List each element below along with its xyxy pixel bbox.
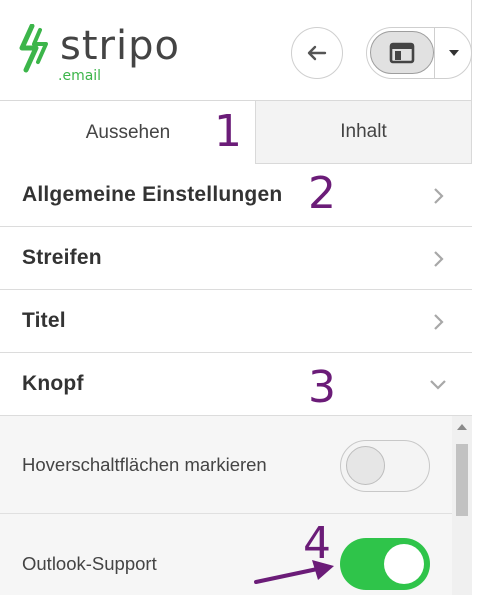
annotation-number: 1 (214, 106, 242, 157)
toggle-knob (384, 544, 424, 584)
stripo-mark-icon (19, 24, 48, 73)
section-label: Titel (22, 309, 66, 332)
logo-wordmark: stripo (60, 23, 180, 69)
logo-subtitle: .email (58, 68, 102, 84)
view-mode-group (366, 27, 472, 79)
layout-view-button[interactable] (370, 31, 434, 74)
chevron-right-icon (434, 314, 444, 330)
scroll-thumb[interactable] (456, 444, 468, 516)
annotation-number: 2 (308, 168, 336, 219)
hover-highlight-toggle[interactable] (340, 440, 430, 492)
panel-scrollbar[interactable] (452, 416, 472, 595)
chevron-right-icon (434, 188, 444, 204)
section-streifen[interactable]: Streifen (0, 227, 472, 290)
caret-down-icon (449, 50, 459, 56)
annotation-arrow-icon (254, 560, 334, 584)
scroll-up-icon[interactable] (457, 424, 467, 430)
outlook-support-toggle[interactable] (340, 538, 430, 590)
tab-inhalt[interactable]: Inhalt (255, 100, 472, 164)
settings-sections: Allgemeine Einstellungen Streifen Titel … (0, 164, 472, 416)
back-button[interactable] (291, 27, 343, 79)
editor-header: stripo .email (0, 0, 472, 100)
knopf-settings-panel: Hoverschaltflächen markieren Outlook-Sup… (0, 416, 472, 595)
section-knopf[interactable]: Knopf (0, 353, 472, 416)
annotation-number: 3 (308, 362, 336, 413)
chevron-down-icon (430, 380, 446, 390)
section-allgemeine-einstellungen[interactable]: Allgemeine Einstellungen (0, 164, 472, 227)
chevron-right-icon (434, 251, 444, 267)
section-label: Streifen (22, 246, 102, 269)
section-label: Allgemeine Einstellungen (22, 183, 283, 206)
setting-label: Hoverschaltflächen markieren (22, 453, 267, 475)
divider (434, 28, 435, 78)
setting-row-hover: Hoverschaltflächen markieren (0, 416, 452, 514)
section-label: Knopf (22, 372, 84, 395)
arrow-left-icon (307, 45, 327, 61)
setting-label: Outlook-Support (22, 553, 157, 574)
view-dropdown-toggle[interactable] (437, 28, 471, 78)
section-titel[interactable]: Titel (0, 290, 472, 353)
toggle-knob (346, 446, 385, 485)
setting-row-outlook: Outlook-Support (0, 515, 452, 595)
edge-strip (472, 0, 480, 595)
stripo-logo[interactable]: stripo .email (18, 22, 188, 86)
layout-panel-icon (389, 42, 415, 63)
